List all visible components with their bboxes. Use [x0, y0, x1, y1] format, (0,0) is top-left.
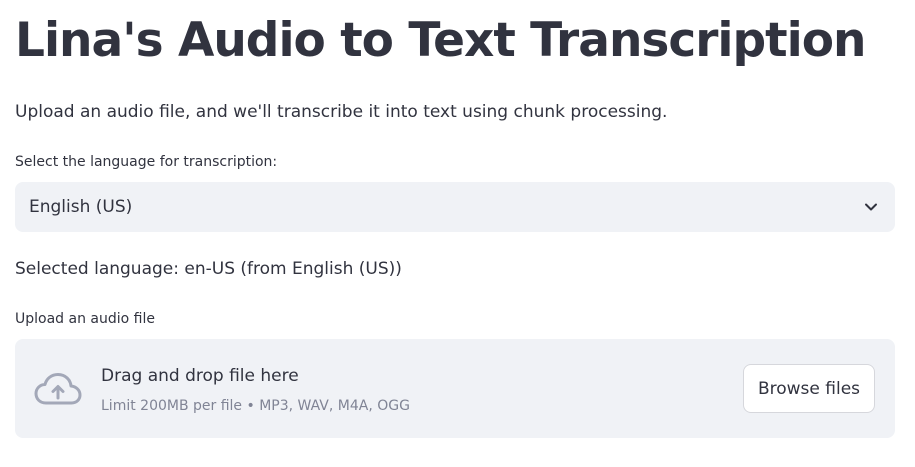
browse-files-button[interactable]: Browse files [743, 364, 875, 413]
chevron-down-icon [865, 203, 877, 211]
dropzone-limit-text: Limit 200MB per file • MP3, WAV, M4A, OG… [101, 398, 410, 414]
language-select-value: English (US) [29, 197, 133, 217]
file-dropzone[interactable]: Drag and drop file here Limit 200MB per … [15, 339, 895, 438]
file-uploader-label: Upload an audio file [15, 311, 155, 327]
dropzone-title: Drag and drop file here [101, 366, 299, 386]
app-page: Lina's Audio to Text Transcription Uploa… [0, 0, 915, 467]
intro-text: Upload an audio file, and we'll transcri… [15, 102, 668, 122]
page-title: Lina's Audio to Text Transcription [15, 13, 867, 68]
cloud-upload-icon [34, 373, 82, 405]
selected-language-text: Selected language: en-US (from English (… [15, 259, 402, 279]
language-select-label: Select the language for transcription: [15, 154, 278, 170]
language-select[interactable]: English (US) [15, 182, 895, 232]
